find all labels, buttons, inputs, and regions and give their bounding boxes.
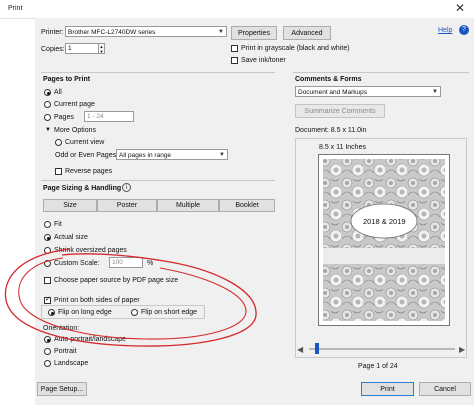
red-annotation-overlay	[4, 248, 257, 347]
annotation-loop-inner	[18, 257, 247, 340]
